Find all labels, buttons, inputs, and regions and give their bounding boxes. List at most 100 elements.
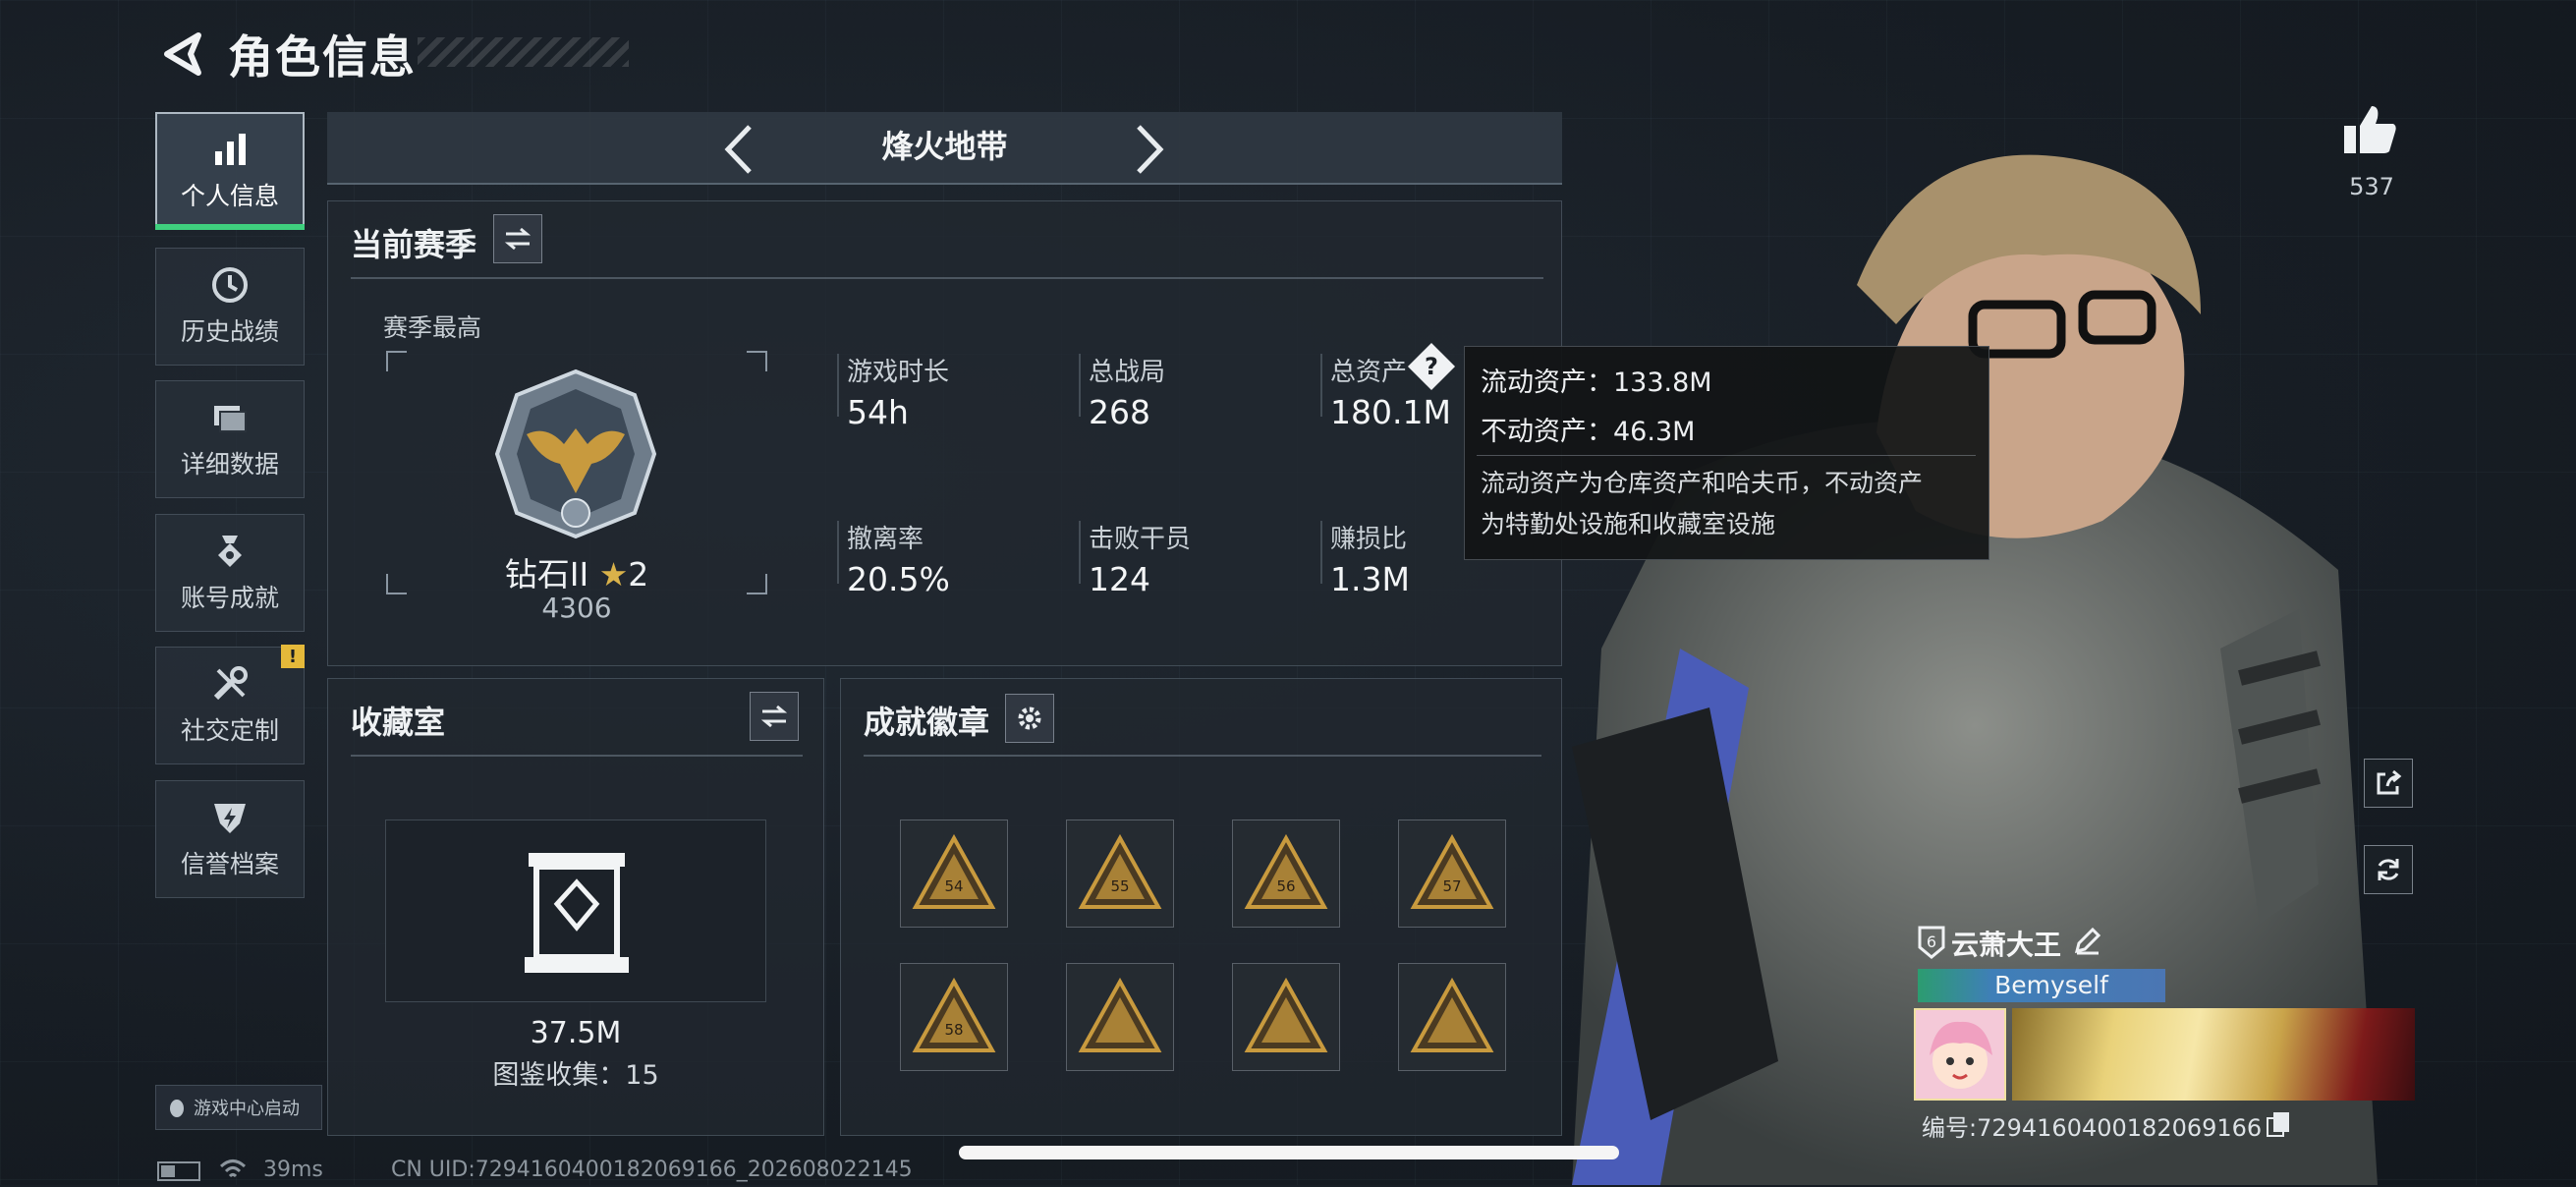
penguin-icon — [170, 1100, 184, 1117]
profile-banner — [2012, 1008, 2415, 1101]
sidebar-item-achievements[interactable]: 账号成就 — [155, 514, 305, 632]
shield-bolt-icon — [214, 804, 246, 833]
svg-text:6: 6 — [1927, 933, 1936, 951]
rank-stars: 2 — [628, 555, 649, 594]
achievements-settings-button[interactable] — [1005, 694, 1054, 743]
stat-value-profit-ratio: 1.3M — [1330, 560, 1410, 598]
stat-value-total-matches: 268 — [1089, 393, 1150, 431]
page-title: 角色信息 — [228, 30, 417, 84]
achievements-divider — [864, 755, 1541, 757]
stat-value-total-assets: 180.1M — [1330, 393, 1451, 431]
pencil-icon — [2074, 927, 2101, 955]
player-name: 云萧大王 — [1951, 929, 2062, 961]
stat-label-operators-defeated: 击败干员 — [1089, 525, 1192, 554]
season-divider — [351, 277, 1543, 279]
stat-separator — [1079, 521, 1081, 584]
sidebar-item-label: 详细数据 — [180, 450, 279, 479]
player-level-icon: 6 — [1918, 926, 1945, 959]
badge-number: 55 — [1110, 877, 1129, 895]
sidebar-item-reputation[interactable]: 信誉档案 — [155, 780, 305, 898]
title-decoration — [418, 37, 629, 67]
achievements-title: 成就徽章 — [864, 704, 990, 741]
triangle-badge-icon: 54 — [912, 834, 996, 909]
sidebar-item-history[interactable]: 历史战绩 — [155, 248, 305, 366]
shield-6-icon: 6 — [1918, 926, 1945, 959]
collection-value: 37.5M — [530, 1016, 622, 1050]
thumbs-up-icon — [2344, 106, 2396, 153]
chevron-right-icon — [1137, 125, 1164, 174]
tooltip-desc-line1: 流动资产为仓库资产和哈夫币，不动资产 — [1481, 469, 1924, 497]
stat-label-total-assets: 总资产 — [1330, 358, 1408, 387]
achievement-badge[interactable] — [1066, 963, 1174, 1071]
copy-id-button[interactable] — [2266, 1110, 2291, 1138]
season-switch-button[interactable] — [493, 214, 542, 263]
swap-icon — [504, 227, 532, 251]
rank-name-row: 钻石II ★2 — [385, 548, 768, 595]
stat-separator — [1079, 354, 1081, 417]
like-button[interactable] — [2340, 102, 2403, 161]
refresh-button[interactable] — [2364, 845, 2413, 894]
triangle-badge-icon — [1244, 978, 1328, 1052]
stat-separator — [837, 354, 839, 417]
stat-value-operators-defeated: 124 — [1089, 560, 1150, 598]
badge-number: 58 — [944, 1021, 963, 1039]
active-indicator — [155, 224, 305, 230]
cn-uid: CN UID:7294160400182069166_202608022145 — [391, 1158, 913, 1182]
triangle-badge-icon — [1078, 978, 1162, 1052]
stat-value-extraction-rate: 20.5% — [847, 560, 950, 598]
stat-label-playtime: 游戏时长 — [847, 358, 950, 387]
sidebar-item-label: 历史战绩 — [180, 317, 279, 346]
collection-title: 收藏室 — [351, 704, 446, 741]
question-icon: ? — [1425, 353, 1438, 380]
stat-label-total-matches: 总战局 — [1089, 358, 1166, 387]
tools-icon — [213, 666, 248, 701]
player-id: 编号:7294160400182069166 — [1922, 1114, 2263, 1142]
mode-next-button[interactable] — [1120, 118, 1179, 181]
achievement-badge[interactable]: 58 — [900, 963, 1008, 1071]
collection-catalog: 图鉴收集：15 — [492, 1060, 659, 1091]
share-button[interactable] — [2364, 759, 2413, 808]
rank-name: 钻石II — [504, 555, 589, 594]
sidebar-item-label: 社交定制 — [180, 716, 279, 745]
rank-score: 4306 — [541, 592, 612, 624]
triangle-badge-icon: 56 — [1244, 834, 1328, 909]
sidebar-item-label: 个人信息 — [180, 182, 279, 210]
rank-emblem-icon — [494, 368, 657, 539]
notification-badge: ! — [281, 645, 305, 668]
stat-separator — [837, 521, 839, 584]
season-best-label: 赛季最高 — [383, 313, 482, 342]
achievement-badge[interactable] — [1232, 963, 1340, 1071]
stat-value-playtime: 54h — [847, 393, 909, 431]
sidebar-item-details[interactable]: 详细数据 — [155, 380, 305, 498]
triangle-badge-icon: 55 — [1078, 834, 1162, 909]
display-case-icon — [525, 853, 629, 973]
home-indicator[interactable] — [959, 1146, 1619, 1159]
achievement-badge[interactable]: 56 — [1232, 820, 1340, 928]
tooltip-liquid-assets: 流动资产：133.8M — [1481, 367, 1712, 398]
player-subtitle: Bemyself — [1994, 971, 2108, 999]
assets-tooltip: 流动资产：133.8M 不动资产：46.3M 流动资产为仓库资产和哈夫币，不动资… — [1464, 346, 1989, 560]
avatar[interactable] — [1914, 1008, 2006, 1101]
swap-icon — [760, 705, 788, 728]
game-center-launch-button[interactable]: 游戏中心启动 — [155, 1085, 322, 1130]
collection-switch-button[interactable] — [750, 692, 799, 741]
bar-chart-icon — [215, 134, 246, 165]
tooltip-desc-line2: 为特勤处设施和收藏室设施 — [1481, 510, 1776, 538]
refresh-icon — [2378, 859, 2399, 880]
achievement-badge[interactable]: 54 — [900, 820, 1008, 928]
wifi-icon — [218, 1156, 248, 1183]
collection-divider — [351, 755, 803, 757]
season-title: 当前赛季 — [351, 226, 477, 263]
back-button[interactable] — [147, 22, 216, 86]
badge-number: 56 — [1276, 877, 1295, 895]
edit-name-button[interactable] — [2073, 926, 2102, 955]
sidebar-item-label: 信誉档案 — [180, 850, 279, 878]
stat-label-extraction-rate: 撤离率 — [847, 525, 924, 554]
triangle-badge-icon: 58 — [912, 978, 996, 1052]
tooltip-divider — [1477, 455, 1976, 456]
gear-icon — [1018, 707, 1041, 730]
sidebar-item-personal-info[interactable]: 个人信息 — [155, 112, 305, 230]
badge-number: 54 — [944, 877, 963, 895]
like-count: 537 — [2349, 173, 2394, 200]
achievement-badge[interactable]: 55 — [1066, 820, 1174, 928]
